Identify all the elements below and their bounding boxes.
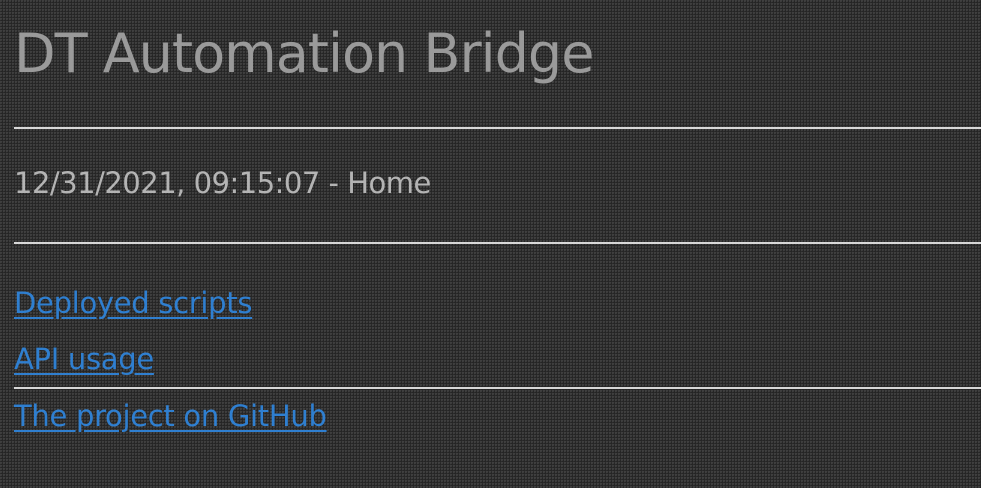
- divider: [14, 242, 981, 244]
- page-title: DT Automation Bridge: [14, 22, 594, 85]
- github-project-link[interactable]: The project on GitHub: [14, 399, 327, 433]
- divider: [14, 127, 981, 129]
- page: DT Automation Bridge 12/31/2021, 09:15:0…: [0, 0, 981, 488]
- divider: [14, 387, 981, 389]
- deployed-scripts-link[interactable]: Deployed scripts: [14, 286, 252, 320]
- timestamp-status: 12/31/2021, 09:15:07 - Home: [14, 166, 431, 200]
- api-usage-link[interactable]: API usage: [14, 342, 154, 376]
